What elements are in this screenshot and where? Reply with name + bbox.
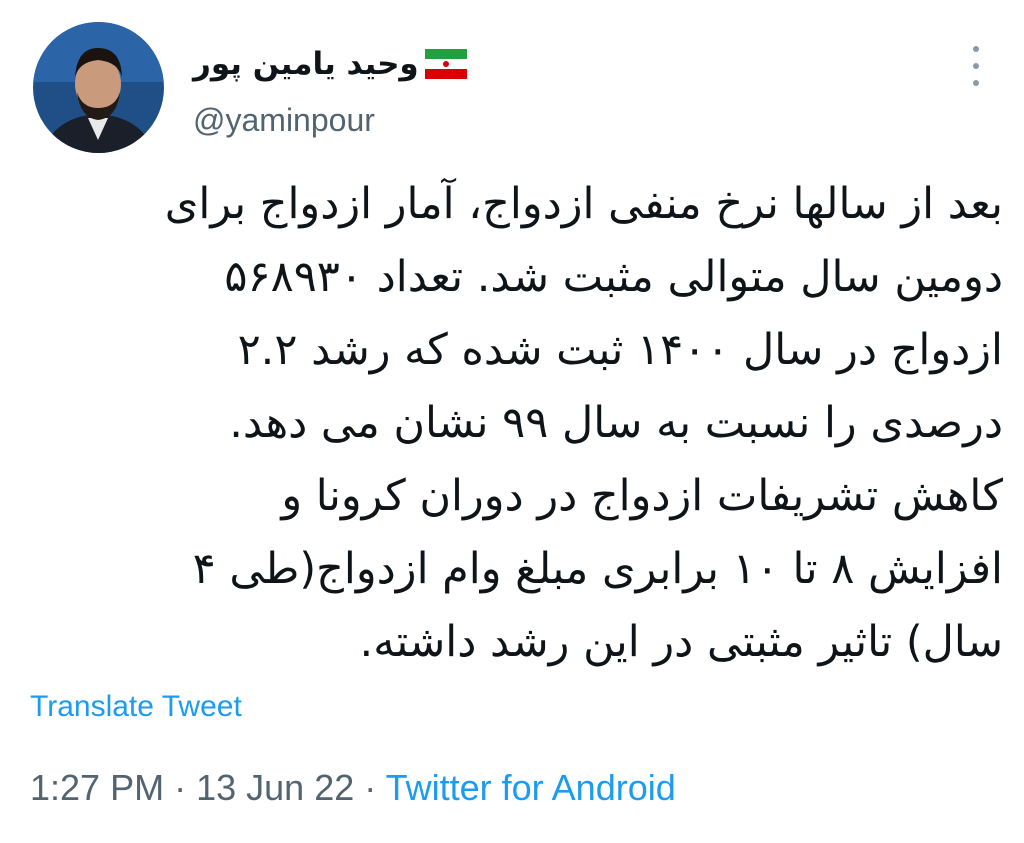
tweet-text-line: کاهش تشریفات ازدواج در دوران کرونا و (281, 471, 1003, 521)
tweet-text-line: دومین سال متوالی مثبت شد. تعداد ۵۶۸۹۳۰ (224, 252, 1003, 302)
meta-separator: · (174, 767, 187, 808)
tweet-text-line: افزایش ۸ تا ۱۰ برابری مبلغ وام ازدواج(طی… (192, 544, 1003, 594)
iran-flag-icon (424, 49, 467, 79)
tweet-source-link[interactable]: Twitter for Android (386, 767, 676, 808)
tweet-text-line: سال) تاثیر مثبتی در این رشد داشته. (359, 617, 1003, 667)
tweet-meta: 1:27 PM · 13 Jun 22 · Twitter for Androi… (30, 767, 676, 809)
tweet-date[interactable]: 13 Jun 22 (196, 767, 354, 808)
profile-photo (33, 22, 164, 153)
translate-tweet-link[interactable]: Translate Tweet (30, 690, 242, 724)
tweet-text-line: درصدی را نسبت به سال ۹۹ نشان می دهد. (229, 398, 1003, 448)
more-vertical-icon[interactable] (966, 46, 986, 86)
author-block: وحید یامین پور @yaminpour (193, 38, 493, 139)
tweet-text-line: بعد از سالها نرخ منفی ازدواج، آمار ازدوا… (164, 179, 1003, 229)
avatar[interactable] (33, 22, 164, 153)
meta-separator: · (364, 767, 377, 808)
author-handle[interactable]: @yaminpour (193, 102, 493, 139)
author-display-name[interactable]: وحید یامین پور (193, 46, 419, 82)
tweet-time[interactable]: 1:27 PM (30, 767, 164, 808)
tweet-text-line: ازدواج در سال ۱۴۰۰ ثبت شده که رشد ۲.۲ (237, 325, 1003, 375)
tweet-text: بعد از سالها نرخ منفی ازدواج، آمار ازدوا… (45, 168, 1003, 679)
author-name-row[interactable]: وحید یامین پور (193, 38, 493, 90)
